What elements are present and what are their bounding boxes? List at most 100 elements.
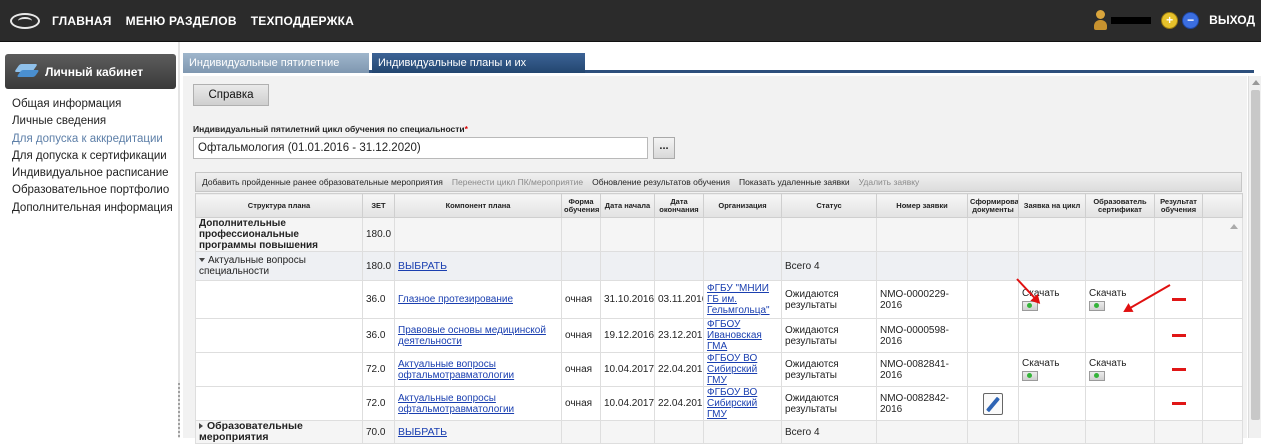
- help-button[interactable]: Справка: [193, 84, 269, 106]
- nav-support[interactable]: ТЕХПОДДЕРЖКА: [251, 14, 354, 28]
- row-status: Ожидаются результаты: [781, 352, 877, 387]
- scroll-up-icon[interactable]: [1252, 80, 1260, 85]
- download-application-button[interactable]: [1022, 371, 1038, 381]
- grid-toolbar: Добавить пройденные ранее образовательны…: [195, 172, 1242, 192]
- row-start: 10.04.2017: [600, 352, 655, 387]
- user-name-redacted: [1111, 16, 1152, 24]
- sidebar-item-additional-info[interactable]: Дополнительная информация: [12, 200, 173, 217]
- row-application-cell: Скачать: [1018, 352, 1086, 387]
- row-zet: 72.0: [362, 386, 395, 421]
- sidebar-item-personal-info[interactable]: Личные сведения: [12, 113, 173, 130]
- col-start[interactable]: Дата начала: [600, 193, 655, 218]
- row-org-cell: ФГБОУ Ивановская ГМА: [703, 318, 782, 353]
- select-link[interactable]: ВЫБРАТЬ: [398, 260, 447, 272]
- update-results-button[interactable]: Обновление результатов обучения: [592, 177, 730, 187]
- download-certificate-label: Скачать: [1089, 288, 1127, 299]
- component-link[interactable]: Правовые основы медицинской деятельности: [398, 325, 546, 347]
- add-past-events-button[interactable]: Добавить пройденные ранее образовательны…: [202, 177, 443, 187]
- table-row[interactable]: 36.0 Правовые основы медицинской деятель…: [195, 318, 1243, 353]
- component-link[interactable]: Глазное протезирование: [398, 294, 513, 305]
- edit-icon[interactable]: [983, 392, 1003, 415]
- top-bar: ГЛАВНАЯ МЕНЮ РАЗДЕЛОВ ТЕХПОДДЕРЖКА + − В…: [0, 0, 1261, 42]
- organization-link[interactable]: ФГБОУ ВО Сибирский ГМУ: [707, 388, 757, 420]
- col-result[interactable]: Результат обучения: [1154, 193, 1203, 218]
- row-status: Ожидаются результаты: [781, 386, 877, 421]
- row-end: 23.12.2016: [654, 318, 704, 353]
- row-end: 22.04.2017: [654, 386, 704, 421]
- table-row[interactable]: 72.0 Актуальные вопросы офтальмотравмато…: [195, 352, 1243, 387]
- group-zet: 180.0: [362, 217, 395, 252]
- table-row-group-specialty[interactable]: Актуальные вопросы специальности 180.0 В…: [195, 251, 1243, 281]
- row-number: NMO-0082841-2016: [876, 352, 968, 387]
- col-zet[interactable]: ЗЕТ: [362, 193, 395, 218]
- col-status[interactable]: Статус: [781, 193, 877, 218]
- cycle-picker-button[interactable]: ...: [653, 137, 675, 159]
- zoom-out-icon[interactable]: −: [1182, 11, 1200, 29]
- nav-sections-menu[interactable]: МЕНЮ РАЗДЕЛОВ: [126, 14, 237, 28]
- col-certificate[interactable]: Образователь сертификат: [1085, 193, 1155, 218]
- col-documents[interactable]: Сформирова документы: [967, 193, 1019, 218]
- cycle-label-text: Индивидуальный пятилетний цикл обучения …: [193, 124, 465, 134]
- row-documents-cell: [967, 386, 1019, 421]
- component-link[interactable]: Актуальные вопросы офтальмотравматологии: [398, 393, 514, 415]
- download-certificate-button[interactable]: [1089, 301, 1105, 311]
- table-row-group-events[interactable]: Образовательные мероприятия 70.0 ВЫБРАТЬ…: [195, 420, 1243, 444]
- exit-link[interactable]: ВЫХОД: [1209, 13, 1255, 27]
- delete-application-button: Удалить заявку: [858, 177, 920, 187]
- row-zet: 72.0: [362, 352, 395, 387]
- remove-icon[interactable]: [1171, 298, 1186, 301]
- col-number[interactable]: Номер заявки: [876, 193, 968, 218]
- row-form: очная: [561, 280, 601, 319]
- table-row-group-programs[interactable]: Дополнительные профессиональные программ…: [195, 217, 1243, 252]
- row-number: NMO-0000229-2016: [876, 280, 968, 319]
- row-result-cell: [1154, 318, 1203, 353]
- col-component[interactable]: Компонент плана: [394, 193, 562, 218]
- row-org-cell: ФГБОУ ВО Сибирский ГМУ: [703, 386, 782, 421]
- sidebar-item-general-info[interactable]: Общая информация: [12, 96, 173, 113]
- grid-scroll-up-icon[interactable]: [1230, 224, 1238, 229]
- organization-link[interactable]: ФГБУ "МНИИ ГБ им. Гельмгольца": [707, 283, 770, 316]
- component-link[interactable]: Актуальные вопросы офтальмотравматологии: [398, 359, 514, 381]
- download-certificate-button[interactable]: [1089, 371, 1105, 381]
- col-application[interactable]: Заявка на цикл: [1018, 193, 1086, 218]
- personal-cabinet-header[interactable]: Личный кабинет: [5, 54, 176, 89]
- group-structure-cell[interactable]: Образовательные мероприятия: [195, 420, 363, 444]
- row-start: 31.10.2016: [600, 280, 655, 319]
- tab-strip: Индивидуальные пятилетние циклы Индивиду…: [183, 50, 1254, 89]
- group-structure: Актуальные вопросы специальности: [199, 255, 306, 277]
- splitter-handle[interactable]: [177, 382, 181, 438]
- nav-home[interactable]: ГЛАВНАЯ: [52, 14, 112, 28]
- col-structure[interactable]: Структура плана: [195, 193, 363, 218]
- remove-icon[interactable]: [1171, 402, 1186, 405]
- show-deleted-button[interactable]: Показать удаленные заявки: [739, 177, 850, 187]
- col-end[interactable]: Дата окончания: [654, 193, 704, 218]
- col-form[interactable]: Форма обучения: [561, 193, 601, 218]
- cycle-select[interactable]: Офтальмология (01.01.2016 - 31.12.2020): [193, 137, 648, 159]
- page-scrollbar[interactable]: [1248, 76, 1261, 438]
- table-row[interactable]: 72.0 Актуальные вопросы офтальмотравмато…: [195, 386, 1243, 421]
- collapse-icon[interactable]: [199, 258, 205, 263]
- user-icon: [1093, 9, 1108, 31]
- zoom-in-icon[interactable]: +: [1161, 11, 1179, 29]
- sidebar-item-certification[interactable]: Для допуска к сертификации: [12, 148, 173, 165]
- row-org-cell: ФГБУ "МНИИ ГБ им. Гельмгольца": [703, 280, 782, 319]
- select-link[interactable]: ВЫБРАТЬ: [398, 426, 447, 438]
- remove-icon[interactable]: [1171, 334, 1186, 337]
- organization-link[interactable]: ФГБОУ Ивановская ГМА: [707, 320, 762, 352]
- tab-individual-plans[interactable]: Индивидуальные планы и их выполнение: [372, 53, 585, 89]
- expand-icon[interactable]: [199, 423, 203, 430]
- group-structure-cell[interactable]: Актуальные вопросы специальности: [195, 251, 363, 281]
- row-result-cell: [1154, 352, 1203, 387]
- col-organization[interactable]: Организация: [703, 193, 782, 218]
- sidebar-item-accreditation[interactable]: Для допуска к аккредитации: [12, 131, 173, 148]
- tab-five-year-cycles[interactable]: Индивидуальные пятилетние циклы: [183, 53, 369, 89]
- organization-link[interactable]: ФГБОУ ВО Сибирский ГМУ: [707, 354, 757, 386]
- sidebar-item-portfolio[interactable]: Образовательное портфолио: [12, 182, 173, 199]
- logo-icon[interactable]: [10, 13, 40, 29]
- remove-icon[interactable]: [1171, 368, 1186, 371]
- sidebar-item-schedule[interactable]: Индивидуальное расписание: [12, 165, 173, 182]
- row-application-cell: Скачать: [1018, 280, 1086, 319]
- scroll-thumb[interactable]: [1251, 90, 1260, 420]
- table-row[interactable]: 36.0 Глазное протезирование очная 31.10.…: [195, 280, 1243, 319]
- row-org-cell: ФГБОУ ВО Сибирский ГМУ: [703, 352, 782, 387]
